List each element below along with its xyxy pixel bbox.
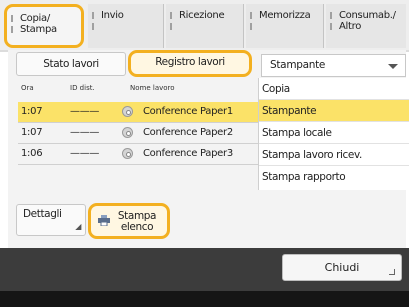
tab-label: Memorizza	[259, 10, 311, 21]
tab-label: Stampa	[20, 24, 57, 35]
chiudi-button[interactable]: Chiudi	[282, 254, 402, 281]
stato-lavori-button[interactable]: Stato lavori	[16, 52, 126, 76]
cell-id: ———	[70, 148, 100, 159]
tab-consumabili-altro[interactable]: Consumab./ Altro	[326, 4, 406, 48]
table-header: Ora ID dist. Nome lavoro	[18, 80, 262, 95]
row-divider	[18, 164, 262, 165]
tab-marker-icon	[250, 12, 252, 19]
tab-label: Altro	[339, 21, 362, 32]
tab-invio[interactable]: Invio	[88, 4, 164, 48]
option-copia[interactable]: Copia	[259, 78, 409, 100]
function-tab-bar: Copia/ Stampa Invio Ricezione Memorizza …	[0, 0, 409, 50]
corner-indicator-icon: ◢	[75, 222, 81, 231]
tab-marker-icon	[170, 12, 172, 19]
tab-marker-icon	[330, 12, 332, 19]
job-disc-icon	[122, 106, 133, 117]
tab-copia-stampa[interactable]: Copia/ Stampa	[4, 4, 84, 48]
option-stampante[interactable]: Stampante	[259, 100, 409, 122]
cell-ora: 1:07	[21, 127, 43, 138]
tab-label: Ricezione	[179, 10, 225, 21]
tab-marker-icon	[250, 23, 252, 30]
tab-ricezione[interactable]: Ricezione	[166, 4, 244, 48]
tab-memorizza[interactable]: Memorizza	[246, 4, 324, 48]
cell-nome: Conference Paper2	[143, 127, 233, 138]
cell-ora: 1:07	[21, 106, 43, 117]
chevron-down-icon	[388, 64, 398, 69]
printer-icon	[98, 215, 110, 226]
corner-indicator-icon	[389, 269, 395, 275]
job-type-selected: Stampante	[270, 59, 326, 71]
cell-nome: Conference Paper1	[143, 106, 233, 117]
registro-lavori-button[interactable]: Registro lavori	[128, 50, 252, 77]
cell-nome: Conference Paper3	[143, 148, 233, 159]
tab-marker-icon	[92, 12, 94, 19]
tab-label: Consumab./	[339, 10, 396, 21]
job-type-dropdown-list: Copia Stampante Stampa locale Stampa lav…	[258, 78, 409, 190]
dettagli-button[interactable]: Dettagli ◢	[16, 204, 86, 236]
cell-id: ———	[70, 106, 100, 117]
status-bar	[0, 291, 409, 307]
job-disc-icon	[122, 148, 133, 159]
tab-marker-icon	[330, 23, 332, 30]
tab-label: Invio	[101, 10, 124, 21]
column-header-id: ID dist.	[70, 84, 95, 92]
cell-ora: 1:06	[21, 148, 43, 159]
job-disc-icon	[122, 127, 133, 138]
tab-label: Copia/	[20, 13, 50, 24]
stampa-elenco-button[interactable]: Stampa elenco	[88, 203, 170, 239]
dettagli-label: Dettagli	[23, 208, 62, 220]
tab-marker-icon	[92, 23, 94, 30]
tab-marker-icon	[11, 26, 13, 33]
option-stampa-rapporto[interactable]: Stampa rapporto	[259, 166, 409, 188]
column-header-nome: Nome lavoro	[130, 84, 175, 92]
chiudi-label: Chiudi	[324, 261, 360, 274]
tab-marker-icon	[11, 15, 13, 22]
cell-id: ———	[70, 127, 100, 138]
option-stampa-locale[interactable]: Stampa locale	[259, 122, 409, 144]
job-type-select[interactable]: Stampante	[261, 54, 406, 77]
column-header-ora: Ora	[21, 84, 34, 92]
option-stampa-lavoro-ricev[interactable]: Stampa lavoro ricev.	[259, 144, 409, 166]
tab-marker-icon	[170, 23, 172, 30]
